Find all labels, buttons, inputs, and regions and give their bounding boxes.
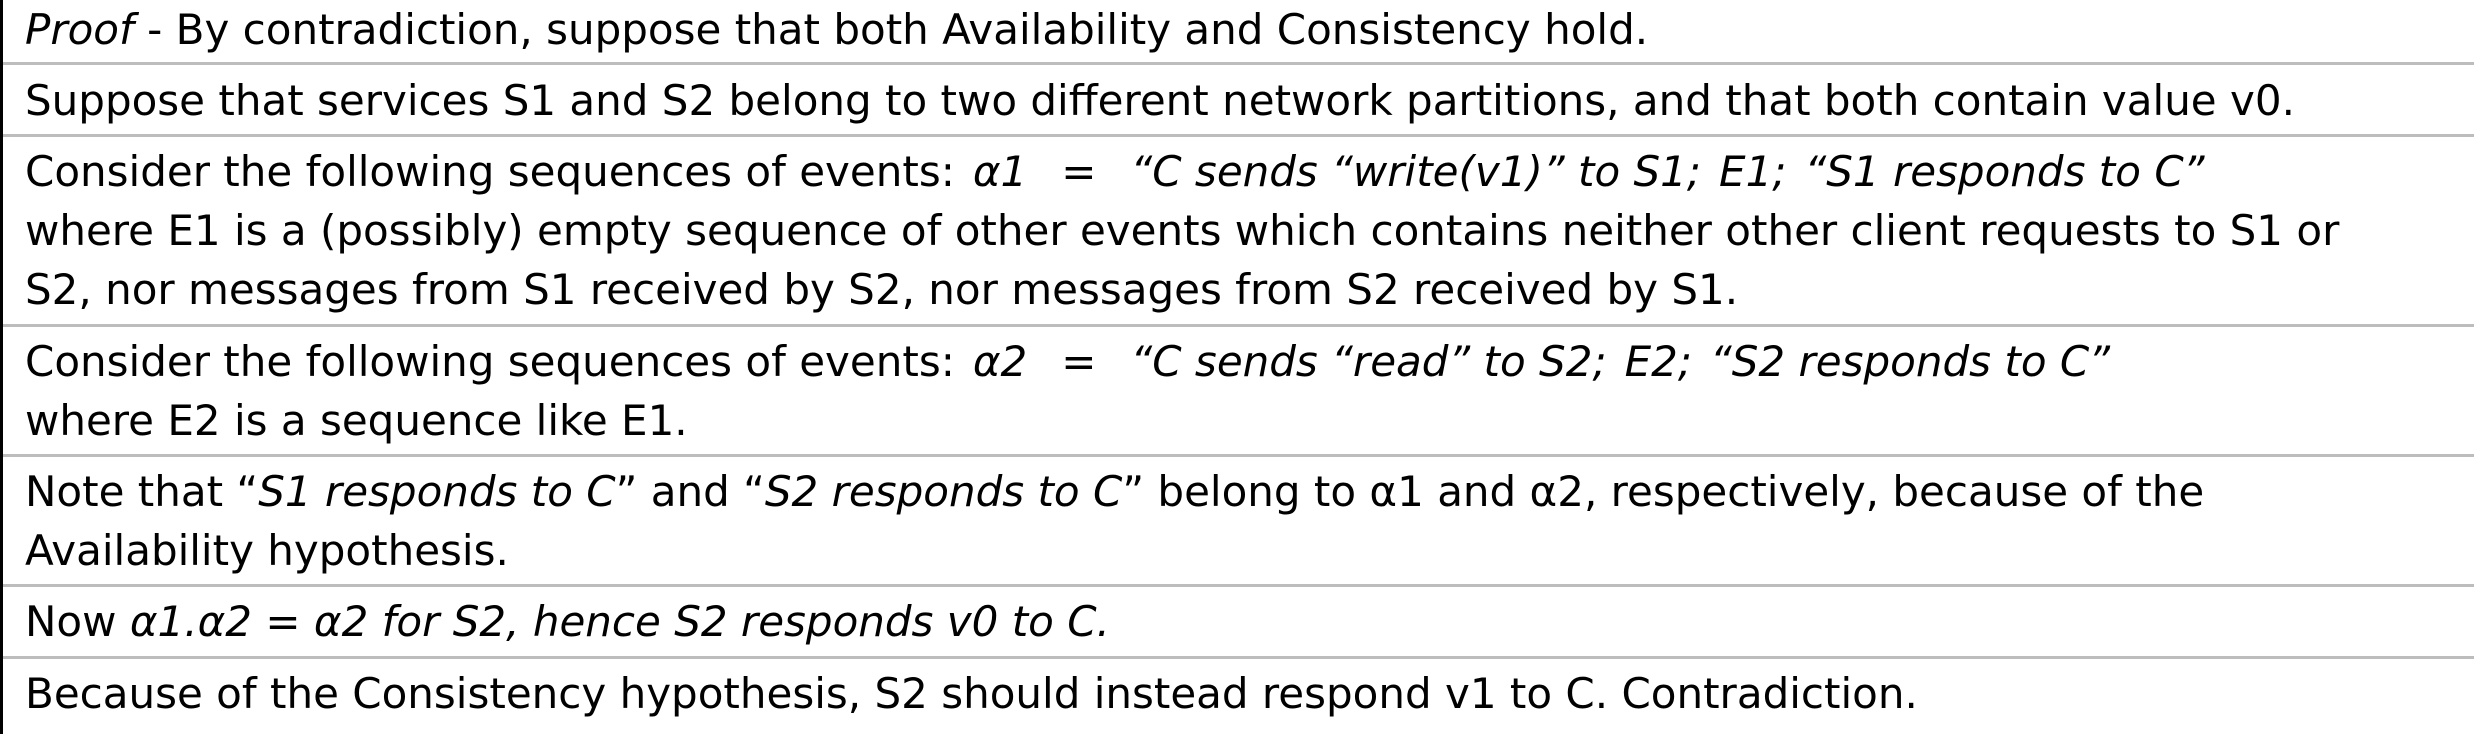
sequence-alpha1-line1: Consider the following sequences of even… [25,142,2466,201]
separator-1 [3,62,2474,65]
separator-2 [3,134,2474,137]
proof-label: Proof [25,5,134,54]
sequence-alpha2-event-e2: E2; [1624,337,1693,386]
sequence-alpha1-line2: where E1 is a (possibly) empty sequence … [25,206,2340,255]
concatenation-claim-lead: Now [25,597,130,646]
availability-note-s1-event: S1 responds to C [258,467,616,516]
sequence-alpha1-event-e1: E1; [1719,147,1787,196]
proof-intro-line: Proof - By contradiction, suppose that b… [25,0,2466,59]
sequence-alpha2-event-read: “C sends “read” to S2; [1130,337,1607,386]
concatenation-claim-line: Now α1.α2 = α2 for S2, hence S2 responds… [25,592,2466,651]
sequence-alpha1-name: α1 [972,147,1028,196]
partition-assumption: Suppose that services S1 and S2 belong t… [25,71,2466,130]
contradiction-conclusion-text: Because of the Consistency hypothesis, S… [25,669,1918,718]
availability-note-s2-event: S2 responds to C [764,467,1123,516]
availability-note-text-2: ” and “ [615,467,765,516]
availability-note-line1: Note that “S1 responds to C” and “S2 res… [25,462,2466,521]
sequence-alpha1-line3: S2, nor messages from S1 received by S2,… [25,265,1739,314]
separator-3 [3,324,2474,327]
availability-note: Note that “S1 responds to C” and “S2 res… [25,462,2466,580]
sequence-alpha1-event-write: “C sends “write(v1)” to S1; [1130,147,1702,196]
separator-5 [3,584,2474,587]
contradiction-conclusion: Because of the Consistency hypothesis, S… [25,664,2466,723]
partition-assumption-text: Suppose that services S1 and S2 belong t… [25,76,2295,125]
concatenation-claim-formula: α1.α2 = α2 for S2, hence S2 responds v0 … [129,597,1110,646]
separator-6 [3,656,2474,659]
sequence-alpha2: Consider the following sequences of even… [25,332,2466,450]
sequence-alpha1-lead: Consider the following sequences of even… [25,147,955,196]
concatenation-claim: Now α1.α2 = α2 for S2, hence S2 responds… [25,592,2466,651]
sequence-alpha2-name: α2 [972,337,1028,386]
availability-note-text-3: ” belong to α1 and α2, respectively, bec… [1122,467,2205,516]
sequence-alpha2-line2: where E2 is a sequence like E1. [25,396,688,445]
availability-note-text-1: Note that “ [25,467,259,516]
sequence-alpha1-event-respond: “S1 responds to C” [1804,147,2205,196]
sequence-alpha2-line1: Consider the following sequences of even… [25,332,2466,391]
sequence-alpha2-lead: Consider the following sequences of even… [25,337,955,386]
proof-intro: Proof - By contradiction, suppose that b… [25,0,2466,59]
proof-intro-text: - By contradiction, suppose that both Av… [133,5,1649,54]
proof-slide: Proof - By contradiction, suppose that b… [0,0,2474,734]
separator-4 [3,454,2474,457]
sequence-alpha2-event-respond: “S2 responds to C” [1710,337,2111,386]
sequence-alpha1: Consider the following sequences of even… [25,142,2466,319]
sequence-alpha2-eq: = [1061,337,1097,386]
sequence-alpha1-eq: = [1061,147,1097,196]
availability-note-line2: Availability hypothesis. [25,526,509,575]
